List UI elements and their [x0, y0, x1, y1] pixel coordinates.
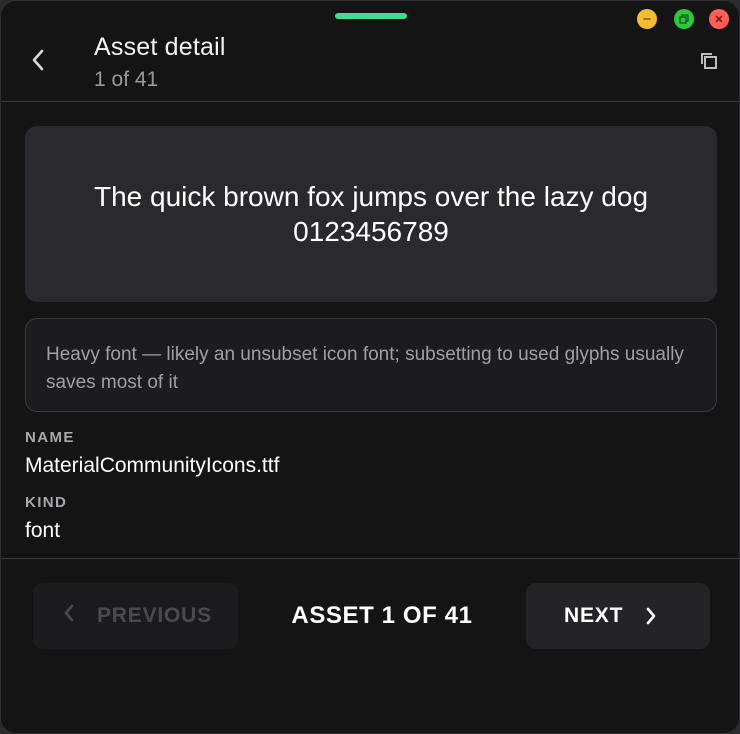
- asset-detail-window: Asset detail 1 of 41 The quick brown fox…: [0, 0, 740, 734]
- chevron-right-icon: [645, 606, 657, 626]
- name-label: NAME: [25, 429, 75, 446]
- header: Asset detail 1 of 41: [1, 1, 739, 102]
- footer-navigation: PREVIOUS ASSET 1 OF 41 NEXT: [1, 558, 739, 733]
- copy-button[interactable]: [695, 49, 723, 77]
- name-value: MaterialCommunityIcons.ttf: [25, 454, 280, 477]
- kind-value: font: [25, 519, 61, 542]
- preview-sample-digits: 0123456789: [293, 216, 449, 247]
- asset-counter: ASSET 1 OF 41: [291, 602, 473, 629]
- page-title: Asset detail: [94, 33, 226, 61]
- preview-sample-text: The quick brown fox jumps over the lazy …: [93, 181, 649, 212]
- chevron-left-icon: [63, 603, 75, 629]
- copy-icon: [699, 51, 719, 76]
- page-subtitle: 1 of 41: [94, 68, 159, 91]
- asset-hint-note: Heavy font — likely an unsubset icon fon…: [25, 318, 717, 412]
- kind-label: KIND: [25, 494, 68, 511]
- back-button[interactable]: [21, 45, 55, 79]
- next-button[interactable]: NEXT: [526, 583, 710, 649]
- previous-button[interactable]: PREVIOUS: [33, 583, 238, 649]
- previous-label: PREVIOUS: [97, 604, 212, 627]
- chevron-left-icon: [30, 48, 46, 77]
- font-preview: The quick brown fox jumps over the lazy …: [25, 126, 717, 302]
- next-label: NEXT: [564, 604, 624, 627]
